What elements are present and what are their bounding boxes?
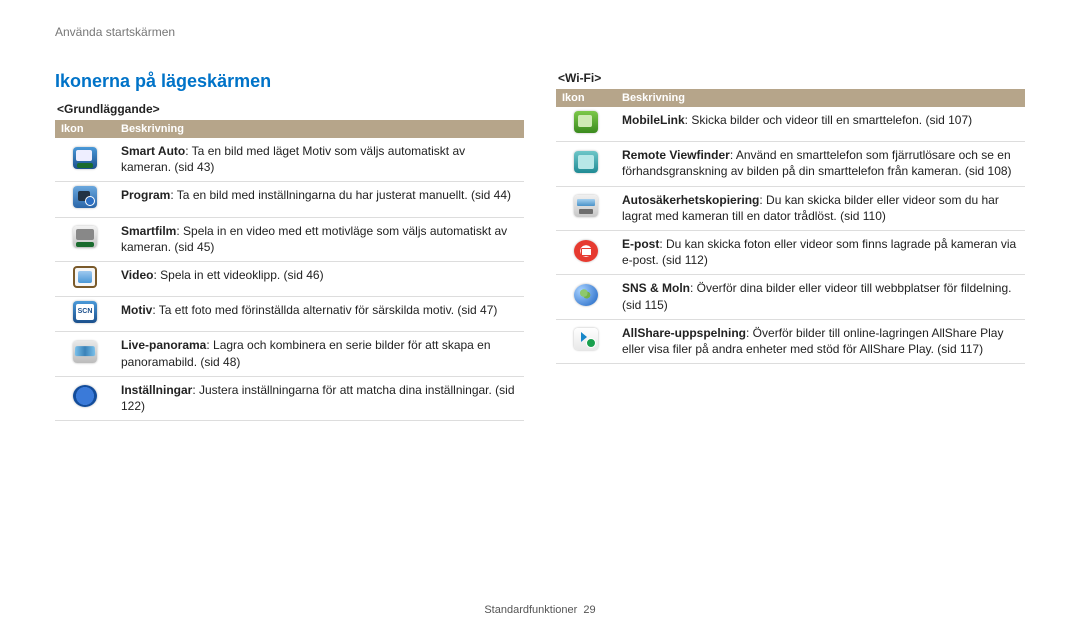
icon-cell xyxy=(55,297,115,332)
description-cell: E-post: Du kan skicka foton eller videor… xyxy=(616,230,1025,274)
email-icon xyxy=(574,240,598,262)
left-column: Ikonerna på lägeskärmen <Grundläggande> … xyxy=(55,71,524,421)
icon-cell xyxy=(55,217,115,261)
description-cell: SNS & Moln: Överför dina bilder eller vi… xyxy=(616,275,1025,319)
term-label: Smart Auto xyxy=(121,144,185,158)
table-row: Autosäkerhetskopiering: Du kan skicka bi… xyxy=(556,186,1025,230)
col-head-desc: Beskrivning xyxy=(115,120,524,138)
icon-cell xyxy=(55,376,115,420)
description-cell: Video: Spela in ett videoklipp. (sid 46) xyxy=(115,261,524,296)
smart-film-icon xyxy=(73,226,97,248)
remote-viewfinder-icon xyxy=(574,151,598,173)
table-row: E-post: Du kan skicka foton eller videor… xyxy=(556,230,1025,274)
program-icon xyxy=(73,186,97,208)
description-cell: Remote Viewfinder: Använd en smarttelefo… xyxy=(616,142,1025,186)
term-label: Program xyxy=(121,188,170,202)
section-heading-basic: <Grundläggande> xyxy=(57,102,524,116)
table-row: Live-panorama: Lagra och kombinera en se… xyxy=(55,332,524,376)
col-head-icon: Ikon xyxy=(55,120,115,138)
col-head-icon: Ikon xyxy=(556,89,616,107)
icon-cell xyxy=(556,230,616,274)
scene-icon xyxy=(73,301,97,323)
table-row: Inställningar: Justera inställningarna f… xyxy=(55,376,524,420)
table-row: Smartfilm: Spela in en video med ett mot… xyxy=(55,217,524,261)
term-label: Video xyxy=(121,268,153,282)
description-cell: Program: Ta en bild med inställningarna … xyxy=(115,182,524,217)
right-column: <Wi-Fi> Ikon Beskrivning MobileLink: Ski… xyxy=(556,71,1025,421)
page-title: Ikonerna på lägeskärmen xyxy=(55,71,524,92)
icon-cell xyxy=(55,182,115,217)
settings-icon xyxy=(73,385,97,407)
icon-cell xyxy=(556,186,616,230)
smart-auto-icon xyxy=(73,147,97,169)
description-cell: MobileLink: Skicka bilder och videor til… xyxy=(616,107,1025,142)
section-heading-wifi: <Wi-Fi> xyxy=(558,71,1025,85)
sns-cloud-icon xyxy=(574,284,598,306)
term-label: Inställningar xyxy=(121,383,192,397)
page-footer: Standardfunktioner 29 xyxy=(0,604,1080,616)
table-row: Remote Viewfinder: Använd en smarttelefo… xyxy=(556,142,1025,186)
term-label: Live-panorama xyxy=(121,338,206,352)
table-row: AllShare-uppspelning: Överför bilder til… xyxy=(556,319,1025,363)
term-label: Autosäkerhetskopiering xyxy=(622,193,759,207)
icon-cell xyxy=(55,138,115,182)
allshare-play-icon xyxy=(574,328,598,350)
col-head-desc: Beskrivning xyxy=(616,89,1025,107)
term-label: AllShare-uppspelning xyxy=(622,326,746,340)
icon-cell xyxy=(556,319,616,363)
wifi-table: Ikon Beskrivning MobileLink: Skicka bild… xyxy=(556,89,1025,364)
description-cell: Motiv: Ta ett foto med förinställda alte… xyxy=(115,297,524,332)
basic-table: Ikon Beskrivning Smart Auto: Ta en bild … xyxy=(55,120,524,421)
panorama-icon xyxy=(73,341,97,363)
breadcrumb: Använda startskärmen xyxy=(55,25,1025,39)
icon-cell xyxy=(556,107,616,142)
term-label: SNS & Moln xyxy=(622,281,690,295)
description-cell: Live-panorama: Lagra och kombinera en se… xyxy=(115,332,524,376)
description-cell: Smart Auto: Ta en bild med läget Motiv s… xyxy=(115,138,524,182)
table-row: Program: Ta en bild med inställningarna … xyxy=(55,182,524,217)
term-label: MobileLink xyxy=(622,113,685,127)
icon-cell xyxy=(55,332,115,376)
auto-backup-icon xyxy=(574,195,598,217)
icon-cell xyxy=(556,275,616,319)
description-cell: AllShare-uppspelning: Överför bilder til… xyxy=(616,319,1025,363)
term-label: Remote Viewfinder xyxy=(622,148,730,162)
term-label: Motiv xyxy=(121,303,152,317)
table-row: MobileLink: Skicka bilder och videor til… xyxy=(556,107,1025,142)
description-cell: Autosäkerhetskopiering: Du kan skicka bi… xyxy=(616,186,1025,230)
table-row: SNS & Moln: Överför dina bilder eller vi… xyxy=(556,275,1025,319)
table-row: Motiv: Ta ett foto med förinställda alte… xyxy=(55,297,524,332)
footer-page-number: 29 xyxy=(583,604,595,616)
description-cell: Inställningar: Justera inställningarna f… xyxy=(115,376,524,420)
footer-label: Standardfunktioner xyxy=(484,604,577,616)
term-label: E-post xyxy=(622,237,659,251)
term-label: Smartfilm xyxy=(121,224,176,238)
icon-cell xyxy=(556,142,616,186)
video-icon xyxy=(73,266,97,288)
description-cell: Smartfilm: Spela in en video med ett mot… xyxy=(115,217,524,261)
table-row: Video: Spela in ett videoklipp. (sid 46) xyxy=(55,261,524,296)
icon-cell xyxy=(55,261,115,296)
mobilelink-icon xyxy=(574,111,598,133)
table-row: Smart Auto: Ta en bild med läget Motiv s… xyxy=(55,138,524,182)
